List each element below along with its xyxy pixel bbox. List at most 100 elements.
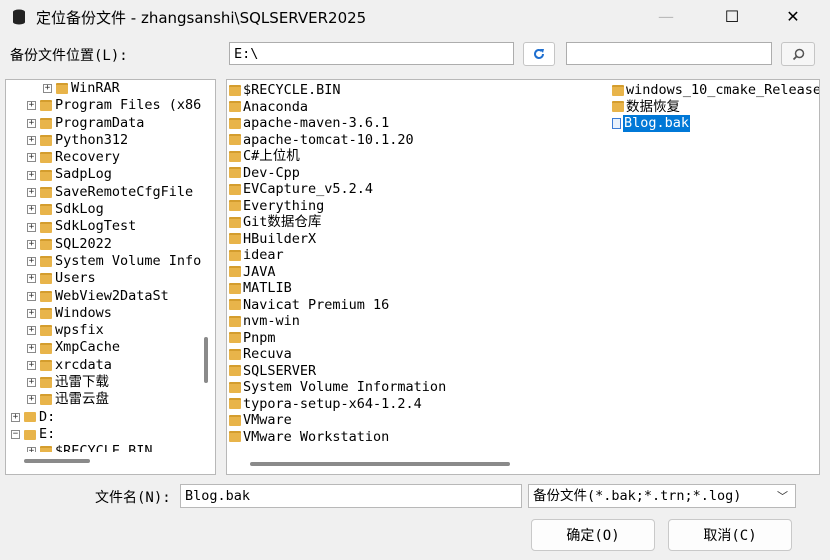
expand-icon[interactable]: + [27,274,36,284]
list-item[interactable]: apache-tomcat-10.1.20 [229,132,446,149]
list-item[interactable]: apache-maven-3.6.1 [229,115,446,132]
expand-icon[interactable]: + [27,136,36,146]
list-item[interactable]: Recuva [229,346,446,363]
list-item[interactable]: SQLSERVER [229,363,446,380]
tree-vertical-scrollbar[interactable] [204,337,208,383]
tree-item[interactable]: + Windows [6,305,202,322]
cancel-button[interactable]: 取消(C) [668,519,792,551]
tree-item[interactable]: + Users [6,270,202,287]
expand-icon[interactable]: + [43,84,52,94]
list-item[interactable]: Navicat Premium 16 [229,297,446,314]
list-item[interactable]: $RECYCLE.BIN [229,82,446,99]
ok-button[interactable]: 确定(O) [531,519,655,551]
file-list[interactable]: $RECYCLE.BIN Anaconda apache-maven-3.6.1 ap… [226,79,820,475]
expand-icon[interactable]: + [27,205,36,215]
list-item[interactable]: Everything [229,198,446,215]
list-item[interactable]: Blog.bak [612,115,819,132]
tree-item[interactable]: + xrcdata [6,357,202,374]
tree-item[interactable]: + $RECYCLE.BIN [6,443,202,452]
list-item[interactable]: Dev-Cpp [229,165,446,182]
list-item[interactable]: JAVA [229,264,446,281]
list-item[interactable]: windows_10_cmake_Release_ [612,82,819,99]
expand-icon[interactable]: + [27,153,36,163]
expand-icon[interactable]: + [27,326,36,336]
expand-icon[interactable]: + [27,378,36,388]
tree-item[interactable]: + 迅雷云盘 [6,391,202,408]
list-item[interactable]: Anaconda [229,99,446,116]
tree-item[interactable]: + SdkLog [6,201,202,218]
folder-icon [229,167,241,179]
list-item[interactable]: nvm-win [229,313,446,330]
tree-item[interactable]: + Program Files (x86 [6,97,202,114]
list-item[interactable]: System Volume Information [229,379,446,396]
file-type-select[interactable]: 备份文件(*.bak;*.trn;*.log) [528,484,796,508]
list-item[interactable]: MATLIB [229,280,446,297]
tree-item[interactable]: + System Volume Info [6,253,202,270]
tree-item[interactable]: + SaveRemoteCfgFile [6,184,202,201]
expand-icon[interactable]: + [27,257,36,267]
tree-item[interactable]: + SadpLog [6,166,202,183]
tree-item[interactable]: + XmpCache [6,339,202,356]
expand-icon[interactable]: + [27,101,36,111]
list-item[interactable]: VMware [229,412,446,429]
tree-item[interactable]: + SQL2022 [6,236,202,253]
list-item[interactable]: Git数据仓库 [229,214,446,231]
tree-item-label: SaveRemoteCfgFile [55,183,194,200]
expand-icon[interactable]: + [27,343,36,353]
expand-icon[interactable]: + [27,222,36,232]
database-icon [13,9,25,25]
tree-item[interactable]: + Python312 [6,132,202,149]
tree-item-label: D: [39,408,56,425]
tree-item[interactable]: + D: [6,409,202,426]
chevron-down-icon[interactable]: ﹀ [777,488,788,504]
expand-icon[interactable]: + [27,291,36,301]
folder-icon [40,204,52,216]
minimize-button[interactable]: — [643,0,689,33]
list-item[interactable]: idear [229,247,446,264]
list-item[interactable]: VMware Workstation [229,429,446,446]
expand-icon[interactable]: + [11,412,20,422]
list-item[interactable]: EVCapture_v5.2.4 [229,181,446,198]
expand-icon[interactable]: + [27,187,36,197]
expand-icon[interactable]: + [27,118,36,128]
collapse-icon[interactable]: − [11,430,20,440]
list-item[interactable]: HBuilderX [229,231,446,248]
filename-input[interactable]: Blog.bak [180,484,522,508]
expand-icon[interactable]: + [27,395,36,405]
list-item[interactable]: C#上位机 [229,148,446,165]
list-item-label: Blog.bak [623,115,691,132]
folder-icon [40,100,52,112]
list-item-label: typora-setup-x64-1.2.4 [243,395,422,412]
list-item[interactable]: 数据恢复 [612,99,819,116]
list-item[interactable]: Pnpm [229,330,446,347]
refresh-button[interactable] [523,42,555,66]
tree-item-label: Python312 [55,131,129,148]
folder-icon [229,365,241,377]
search-button[interactable] [781,42,815,66]
search-input[interactable] [566,42,772,65]
folder-icon [40,186,52,198]
tree-item[interactable]: + SdkLogTest [6,218,202,235]
expand-icon[interactable]: + [27,170,36,180]
maximize-button[interactable]: ☐ [709,0,755,33]
tree-item[interactable]: + wpsfix [6,322,202,339]
tree-item[interactable]: + WinRAR [6,80,202,97]
tree-horizontal-scrollbar[interactable] [24,459,90,463]
tree-item[interactable]: + Recovery [6,149,202,166]
tree-item[interactable]: + ProgramData [6,115,202,132]
tree-item[interactable]: + 迅雷下载 [6,374,202,391]
folder-icon [40,238,52,250]
expand-icon[interactable]: + [27,447,36,452]
backup-location-input[interactable]: E:\ [229,42,514,65]
folder-icon [40,135,52,147]
folder-tree[interactable]: + WinRAR + Program Files (x86 + ProgramData + P… [5,79,216,475]
expand-icon[interactable]: + [27,309,36,318]
tree-item[interactable]: − E: [6,426,202,443]
expand-icon[interactable]: + [27,360,36,370]
list-item[interactable]: typora-setup-x64-1.2.4 [229,396,446,413]
expand-icon[interactable]: + [27,239,36,249]
tree-item[interactable]: + WebView2DataSt [6,288,202,305]
folder-icon [56,83,68,95]
file-list-horizontal-scrollbar[interactable] [250,462,510,466]
close-button[interactable]: ✕ [770,0,816,33]
